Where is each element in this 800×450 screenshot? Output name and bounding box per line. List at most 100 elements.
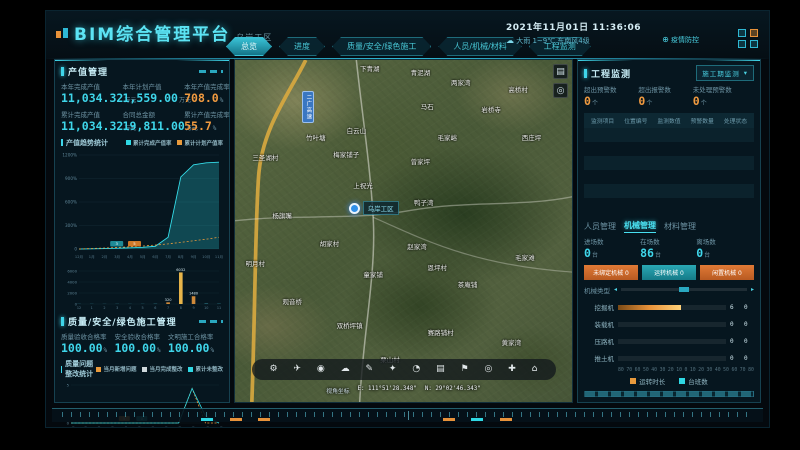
stat-value: 19,811.00万元 <box>123 119 185 133</box>
stat-label: 离场数 <box>696 236 754 246</box>
svg-text:9月: 9月 <box>189 427 195 428</box>
svg-text:8月: 8月 <box>176 427 182 428</box>
epidemic-button[interactable]: ⊕ 疫情防控 <box>662 35 699 45</box>
legend-item: 运转时长 <box>630 376 665 386</box>
legend-swatch <box>679 378 685 384</box>
table-row[interactable] <box>584 128 754 142</box>
project-marker[interactable]: 乌岸工区 <box>349 201 399 215</box>
stat-unit: 台 <box>655 252 661 259</box>
svg-text:2月: 2月 <box>95 427 101 428</box>
machine-bar-row: 挖掘机60 <box>584 299 754 316</box>
machine-value: 0 <box>730 321 740 328</box>
machine-label: 挖掘机 <box>584 302 614 312</box>
map-place-label: 青泥湖 <box>411 67 431 77</box>
stat-value: 708.0% <box>184 91 223 105</box>
resource-tab[interactable]: 材料管理 <box>664 221 696 233</box>
monitor-table-header: 监测项目位置编号监测数值预警数量处理状态 <box>584 113 754 128</box>
machine-track <box>618 339 726 344</box>
stat-cell: 文明施工合格率100.00% <box>168 331 223 355</box>
svg-text:0: 0 <box>74 246 77 251</box>
svg-text:2000: 2000 <box>67 290 77 295</box>
nav-tab[interactable]: 进度 <box>279 37 325 56</box>
map-place-label: 马石 <box>421 101 434 111</box>
svg-text:1480: 1480 <box>189 291 199 295</box>
stat-value: 100.00% <box>61 341 114 355</box>
svg-text:11: 11 <box>217 306 221 310</box>
time-icon[interactable]: ◔ <box>412 365 420 374</box>
map-toolbar: ⚙ ✈ ◉ ☁ ✎ ✦ ◔ ▤ ⚑ ◎ ✚ ⌂ <box>252 359 556 380</box>
table-row[interactable] <box>584 156 754 170</box>
map-place-label: 西庄坪 <box>522 132 542 142</box>
machine-value: 0 <box>730 355 740 362</box>
layers-icon[interactable]: ▤ <box>436 365 445 374</box>
resource-badge[interactable]: 未绑定机械 0 <box>584 265 638 280</box>
slider-left-arrow[interactable]: ◂ <box>614 286 617 293</box>
svg-text:3月: 3月 <box>114 254 120 259</box>
axis-tick: 0 <box>685 368 688 373</box>
header-mini-icons[interactable] <box>738 29 759 48</box>
svg-text:5: 5 <box>142 306 144 310</box>
map-place-label: 梅家铺子 <box>333 149 359 159</box>
slider-right-arrow[interactable]: ▸ <box>751 286 754 293</box>
machine-value: 0 <box>744 321 754 328</box>
svg-text:12月: 12月 <box>67 427 75 428</box>
svg-text:3: 3 <box>116 306 118 310</box>
machine-axis: 807060504030201001020304050607080 <box>618 368 754 373</box>
resource-tab[interactable]: 机械管理 <box>624 220 656 233</box>
locate-button[interactable]: ◎ <box>553 83 568 98</box>
timeline-strip[interactable] <box>52 408 763 422</box>
svg-text:1月: 1月 <box>82 427 88 428</box>
map-place-label: 毛家峪 <box>438 132 458 142</box>
stat-unit: % <box>104 347 108 354</box>
axis-tick: 10 <box>690 368 696 373</box>
resource-badge[interactable]: 闲置机械 0 <box>700 265 754 280</box>
eye-icon[interactable]: ◉ <box>317 365 325 374</box>
svg-text:900%: 900% <box>65 176 77 181</box>
measure-icon[interactable]: ✎ <box>365 365 373 374</box>
datetime-box: 2021年11月01日 11:36:06 ☁ 大雨 1~9℃ 东南风4级 <box>506 20 641 46</box>
nav-tab[interactable]: 总览 <box>226 37 272 56</box>
machine-label: 压路机 <box>584 336 614 346</box>
table-row[interactable] <box>584 184 754 198</box>
legend-swatch <box>630 378 636 384</box>
machine-label: 推土机 <box>584 353 614 363</box>
svg-text:3月: 3月 <box>109 427 115 428</box>
machine-track <box>618 305 726 310</box>
legend-swatch <box>96 367 101 372</box>
weather-layer-icon[interactable]: ☁ <box>341 365 350 374</box>
table-row[interactable] <box>584 198 754 212</box>
table-row[interactable] <box>584 142 754 156</box>
table-row[interactable] <box>584 170 754 184</box>
settings-icon[interactable]: ⚙ <box>269 365 277 374</box>
timeline-chip <box>230 418 242 421</box>
uav-icon[interactable]: ✈ <box>293 365 301 374</box>
resource-stats: 进场数0台在场数86台离场数0台 <box>584 236 754 260</box>
add-icon[interactable]: ✚ <box>508 365 516 374</box>
map-view[interactable]: 下青湖青泥湖两家湾高桥村马石岩桥寺白云山竹叶塘毛家峪西庄坪三圣湖村梅家铺子曾家坪… <box>234 59 573 403</box>
legend-item: 当月新增问题 <box>96 365 136 373</box>
resource-tab[interactable]: 人员管理 <box>584 221 616 233</box>
machine-bar-row: 装载机00 <box>584 316 754 333</box>
home-icon[interactable]: ⌂ <box>532 365 538 374</box>
svg-text:2月: 2月 <box>102 254 108 259</box>
axis-tick: 50 <box>643 368 649 373</box>
svg-text:6: 6 <box>154 306 156 310</box>
stat-value: 11,034.32万元 <box>61 91 123 105</box>
person-icon[interactable]: ⚑ <box>461 365 469 374</box>
monitor-dropdown[interactable]: 施工期监测 ▾ <box>696 65 754 81</box>
right-footer-strip[interactable] <box>584 391 754 397</box>
stat-cell: 合同总金额19,811.00万元 <box>123 109 185 133</box>
stat-value: 55.7% <box>184 119 223 133</box>
svg-text:9月: 9月 <box>191 254 197 259</box>
nav-tab[interactable]: 质量/安全/绿色施工 <box>332 37 431 56</box>
axis-tick: 50 <box>723 368 729 373</box>
resource-badge[interactable]: 运转机械 0 <box>642 265 696 280</box>
axis-tick: 30 <box>707 368 713 373</box>
layers-button[interactable]: ▤ <box>553 64 568 79</box>
pin-icon[interactable]: ◎ <box>484 365 492 374</box>
compass-icon[interactable]: ✦ <box>389 365 397 374</box>
timeline-chip <box>500 418 512 421</box>
svg-text:4月: 4月 <box>127 254 133 259</box>
svg-text:4月: 4月 <box>122 427 128 428</box>
output-stats: 本年完成产值11,034.32万元本年计划产值1,559.00万元本年产值完成率… <box>61 81 223 134</box>
